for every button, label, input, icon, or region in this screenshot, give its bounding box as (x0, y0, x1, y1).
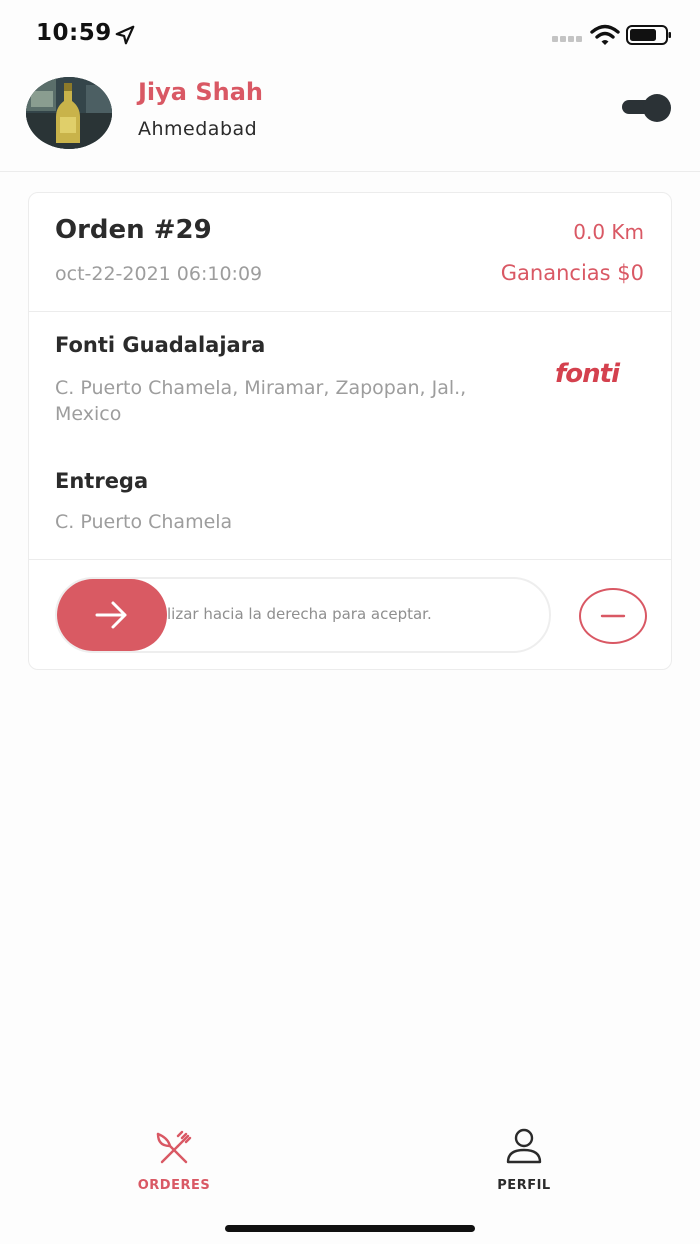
user-city: Ahmedabad (138, 118, 258, 140)
availability-toggle[interactable] (620, 92, 676, 124)
slider-hint: lizar hacia la derecha para aceptar. (167, 605, 432, 623)
order-earnings: Ganancias $0 (500, 261, 644, 285)
store-logo: fonti (555, 359, 620, 389)
wifi-icon (590, 24, 620, 45)
status-bar: 10:59 (0, 0, 700, 70)
location-arrow-icon (115, 25, 135, 45)
avatar[interactable] (26, 77, 112, 149)
tab-profile-label: PERFIL (497, 1178, 551, 1193)
delivery-address: C. Puerto Chamela (55, 511, 233, 533)
fork-knife-icon (156, 1130, 192, 1164)
store-name: Fonti Guadalajara (55, 333, 266, 357)
delivery-label: Entrega (55, 469, 149, 493)
reject-button[interactable] (579, 588, 647, 644)
tab-profile[interactable]: PERFIL (414, 1100, 634, 1220)
tab-orders-label: ORDERES (137, 1178, 211, 1193)
battery-icon (626, 25, 671, 45)
home-indicator (225, 1225, 475, 1232)
user-icon (506, 1128, 542, 1164)
tab-orders[interactable]: ORDERES (64, 1100, 284, 1220)
status-time: 10:59 (36, 20, 112, 46)
signal-icon (552, 36, 582, 42)
user-name: Jiya Shah (138, 78, 264, 106)
order-title: Orden #29 (55, 215, 212, 245)
divider (29, 311, 671, 312)
arrow-right-icon (95, 601, 127, 629)
order-date: oct-22-2021 06:10:09 (55, 263, 263, 285)
order-card[interactable]: Orden #29 0.0 Km oct-22-2021 06:10:09 Ga… (28, 192, 672, 670)
slider-handle[interactable] (57, 579, 167, 651)
store-address: C. Puerto Chamela, Miramar, Zapopan, Jal… (55, 377, 467, 425)
profile-header: Jiya Shah Ahmedabad (0, 70, 700, 172)
minus-icon (600, 614, 626, 618)
divider (29, 559, 671, 560)
tab-bar: ORDERES PERFIL (0, 1100, 700, 1244)
order-distance: 0.0 Km (573, 220, 644, 244)
